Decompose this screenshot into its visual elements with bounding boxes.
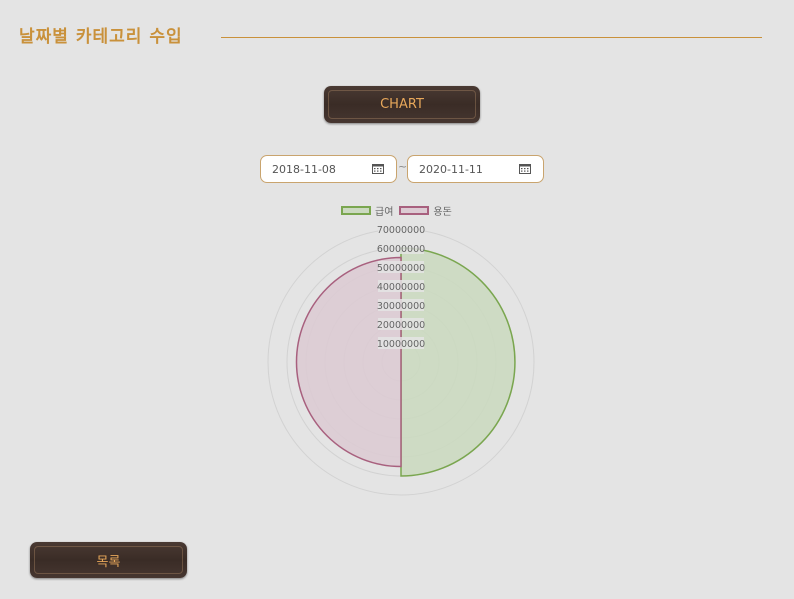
r-tick-label: 30000000 bbox=[377, 301, 425, 312]
r-tick-label: 40000000 bbox=[377, 282, 425, 293]
list-button[interactable]: 목록 bbox=[30, 542, 187, 578]
r-tick-label: 10000000 bbox=[377, 339, 425, 350]
r-tick-label: 60000000 bbox=[377, 244, 425, 255]
polar-area-chart: 10000000 20000000 30000000 40000000 50000000… bbox=[267, 223, 535, 496]
r-tick-label: 70000000 bbox=[377, 225, 425, 236]
r-tick-label: 20000000 bbox=[377, 320, 425, 331]
r-tick-label: 50000000 bbox=[377, 263, 425, 274]
